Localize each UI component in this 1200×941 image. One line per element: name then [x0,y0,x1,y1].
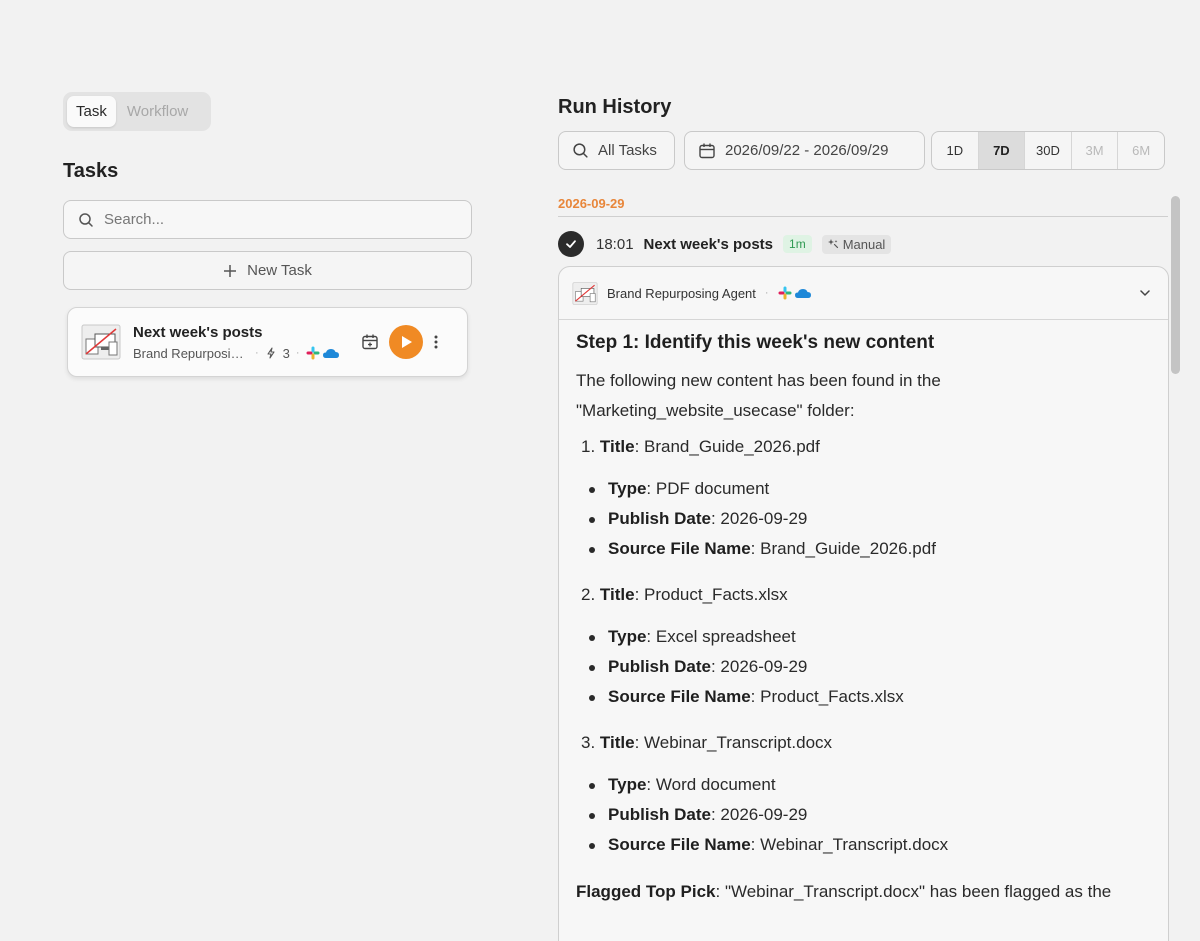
separator-dot: · [764,287,769,299]
item-type: Type: Word document [586,770,1151,800]
run-output: Step 1: Identify this week's new content… [559,320,1168,904]
onedrive-icon [794,289,811,298]
trigger-label: Manual [842,236,886,252]
more-vertical-icon [434,335,438,349]
item-type: Type: PDF document [586,474,1151,504]
step-intro: The following new content has been found… [576,371,941,420]
time-range-selector: 1D 7D 30D 3M 6M [931,131,1165,170]
step-title: Step 1: Identify this week's new content [576,332,935,353]
mode-toggle: Task Workflow [63,92,211,131]
date-range-label: 2026/09/22 - 2026/09/29 [725,142,889,159]
task-name: Next week's posts [133,323,263,341]
calendar-icon [699,143,715,158]
new-task-button[interactable]: New Task [63,251,472,290]
flagged-top-pick: Flagged Top Pick: "Webinar_Transcript.do… [576,882,1112,901]
item-source-file: Source File Name: Webinar_Transcript.doc… [586,830,1151,860]
task-search[interactable] [63,200,472,239]
slack-icon [778,286,792,300]
play-icon [402,336,412,348]
sparkle-icon [827,239,838,249]
slack-icon [306,346,320,360]
onedrive-icon [322,349,339,358]
plus-icon [224,264,237,277]
run-detail-header[interactable]: Brand Repurposing Agent · [559,267,1168,320]
range-7d[interactable]: 7D [978,132,1026,169]
collapse-button[interactable] [1138,286,1152,300]
run-task-button[interactable] [389,325,423,359]
task-agent-name: Brand Repurposing Agent [133,345,249,361]
content-item-title: 3. Title: Webinar_Transcript.docx [581,733,833,752]
range-6m[interactable]: 6M [1118,132,1164,169]
date-group-header: 2026-09-29 [558,196,625,211]
agent-thumbnail-icon [572,281,598,305]
calendar-icon[interactable] [361,333,379,351]
task-card[interactable]: Next week's posts Brand Repurposing Agen… [67,307,468,377]
separator-dot: · [255,347,259,359]
run-task-name: Next week's posts [643,235,774,253]
item-type: Type: Excel spreadsheet [586,622,1151,652]
run-entry[interactable]: 18:01 Next week's posts 1m Manual [558,231,892,257]
chevron-down-icon [1140,290,1150,296]
content-item-details: Type: Word document Publish Date: 2026-0… [586,770,1151,860]
range-3m[interactable]: 3M [1072,132,1119,169]
agent-name: Brand Repurposing Agent [607,285,756,301]
content-item-details: Type: PDF document Publish Date: 2026-09… [586,474,1151,564]
range-30d[interactable]: 30D [1025,132,1072,169]
content-item-title: 1. Title: Brand_Guide_2026.pdf [581,437,820,456]
lightning-icon [267,347,275,359]
date-divider [558,216,1168,217]
item-source-file: Source File Name: Brand_Guide_2026.pdf [586,534,1151,564]
new-task-label: New Task [247,262,312,279]
date-range-button[interactable]: 2026/09/22 - 2026/09/29 [684,131,925,170]
item-publish-date: Publish Date: 2026-09-29 [586,800,1151,830]
item-publish-date: Publish Date: 2026-09-29 [586,504,1151,534]
duration-badge: 1m [783,235,812,253]
content-item-details: Type: Excel spreadsheet Publish Date: 20… [586,622,1151,712]
separator-dot: · [295,347,300,359]
range-1d[interactable]: 1D [932,132,979,169]
tasks-title: Tasks [63,160,119,182]
task-filter-label: All Tasks [598,142,657,159]
task-search-input[interactable] [104,211,444,228]
search-icon [79,212,93,227]
run-detail-card: Brand Repurposing Agent · Step 1: Identi… [558,266,1169,941]
scrollbar-thumb[interactable] [1171,196,1180,374]
task-more-button[interactable] [433,334,439,350]
run-history-title: Run History [558,96,672,118]
task-thumbnail-icon [81,324,121,360]
check-icon [566,240,576,248]
content-item-title: 2. Title: Product_Facts.xlsx [581,585,788,604]
search-icon [573,143,588,158]
item-publish-date: Publish Date: 2026-09-29 [586,652,1151,682]
tab-workflow[interactable]: Workflow [118,96,197,127]
success-status [558,231,584,257]
task-step-count: 3 [282,345,290,361]
item-source-file: Source File Name: Product_Facts.xlsx [586,682,1151,712]
tab-task[interactable]: Task [67,96,116,127]
task-filter-button[interactable]: All Tasks [558,131,675,170]
trigger-badge: Manual [821,234,892,254]
run-time: 18:01 [596,235,634,253]
